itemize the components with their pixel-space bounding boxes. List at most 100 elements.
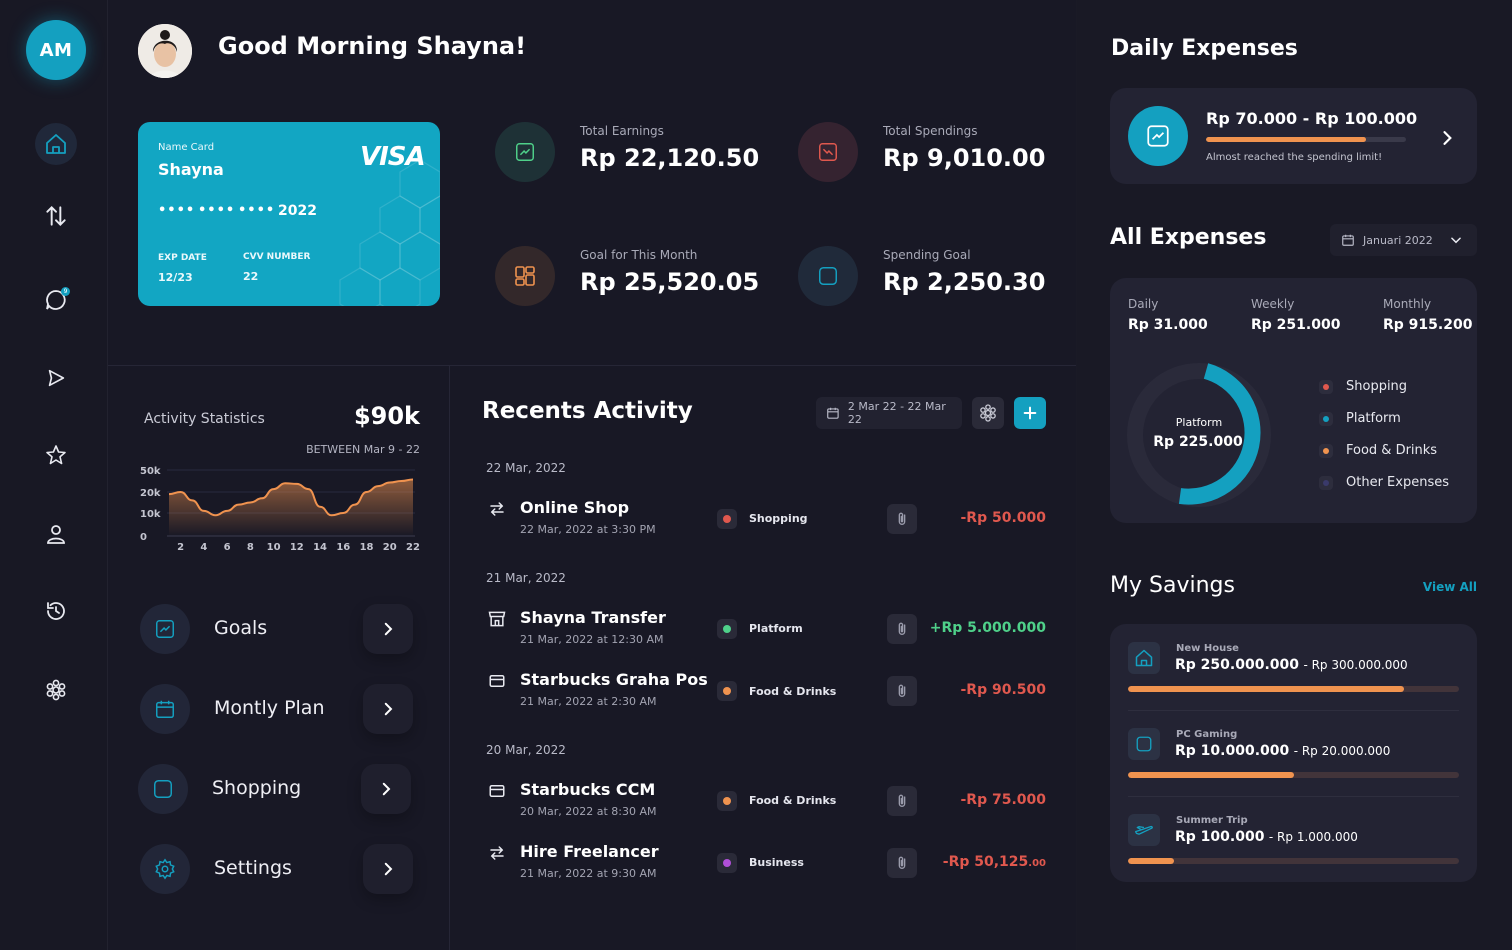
chart-x-tick: 6 <box>224 542 231 553</box>
nav-settings[interactable] <box>35 669 77 711</box>
card-name-label: Name Card <box>158 142 215 153</box>
spendings-icon-wrap <box>798 122 858 182</box>
logo-avatar[interactable]: AM <box>26 20 86 80</box>
recent-activity-title: Recents Activity <box>482 398 693 424</box>
transaction-name[interactable]: Hire Freelancer <box>520 842 659 861</box>
nav-history[interactable] <box>35 590 77 632</box>
earnings-icon-wrap <box>495 122 555 182</box>
user-avatar[interactable] <box>138 24 192 78</box>
nav-profile[interactable] <box>35 513 77 555</box>
menu-goals[interactable]: Goals <box>214 617 267 639</box>
square-icon <box>1136 736 1152 752</box>
activity-total: $90k <box>353 402 420 430</box>
visa-logo: VISA <box>360 142 426 172</box>
nav-transfer[interactable] <box>35 195 77 237</box>
chevron-right-icon <box>384 862 393 876</box>
nav-messages[interactable]: 9 <box>35 279 77 321</box>
saving-target: - Rp 1.000.000 <box>1268 830 1358 844</box>
chart-y-tick: 10k <box>140 509 161 520</box>
gear-icon <box>155 858 175 880</box>
goal-icon-wrap <box>495 246 555 306</box>
view-all-link[interactable]: View All <box>1380 580 1477 594</box>
menu-settings[interactable]: Settings <box>214 857 292 879</box>
shopping-arrow-button[interactable] <box>361 764 411 814</box>
chart-up-icon <box>156 620 174 638</box>
settings-arrow-button[interactable] <box>363 844 413 894</box>
saving-progress-track <box>1128 858 1459 864</box>
amount-main: -Rp 50,125 <box>942 854 1029 870</box>
shopping-icon-wrap <box>138 764 188 814</box>
category-dot <box>717 619 737 639</box>
spending-goal-value: Rp 2,250.30 <box>883 268 1046 296</box>
daily-range: Rp 70.000 - Rp 100.000 <box>1206 109 1418 128</box>
trend-up-icon <box>516 143 534 161</box>
chart-x-tick: 12 <box>290 542 304 553</box>
snowflake-icon <box>46 679 66 701</box>
donut-center-value: Rp 225.000 <box>1153 434 1243 450</box>
menu-monthly-plan[interactable]: Montly Plan <box>214 697 325 719</box>
date-range-text: 2 Mar 22 - 22 Mar 22 <box>847 400 946 426</box>
category-dot <box>717 681 737 701</box>
square-icon <box>819 267 837 285</box>
swap-arrows-icon <box>490 846 504 860</box>
add-button[interactable] <box>1014 397 1046 429</box>
filter-button[interactable] <box>972 397 1004 429</box>
saving-target: - Rp 20.000.000 <box>1293 744 1391 758</box>
calendar-icon <box>1342 234 1354 246</box>
daily-icon-wrap <box>1128 106 1188 166</box>
calendar-icon <box>827 407 839 419</box>
plan-icon-wrap <box>140 684 190 734</box>
chevron-right-icon <box>1443 131 1452 145</box>
chart-x-tick: 4 <box>200 542 207 553</box>
nav-home[interactable] <box>35 123 77 165</box>
card-exp-label: EXP DATE <box>158 253 207 263</box>
legend-swatch <box>1319 380 1333 394</box>
savings-icon-wrap <box>1128 642 1160 674</box>
saving-current: Rp 250.000.000 <box>1175 657 1299 673</box>
saving-progress-fill <box>1128 858 1175 864</box>
date-range-picker[interactable]: 2 Mar 22 - 22 Mar 22 <box>816 397 962 429</box>
chart-x-tick: 16 <box>336 542 350 553</box>
transaction-time: 22 Mar, 2022 at 3:30 PM <box>520 523 656 536</box>
messages-badge: 9 <box>61 287 70 296</box>
nav-send[interactable] <box>35 357 77 399</box>
group-date: 22 Mar, 2022 <box>486 461 566 475</box>
greeting-title: Good Morning Shayna! <box>218 32 527 60</box>
dashboard-grid-icon <box>515 266 535 286</box>
daily-value: Rp 31.000 <box>1128 317 1208 333</box>
goal-label: Goal for This Month <box>580 248 698 262</box>
plus-icon <box>1023 406 1037 420</box>
transaction-name[interactable]: Shayna Transfer <box>520 608 666 627</box>
menu-shopping[interactable]: Shopping <box>212 777 301 799</box>
nav-favorites[interactable] <box>35 434 77 476</box>
visa-card[interactable]: Name Card Shayna VISA •••• •••• •••• 202… <box>138 122 440 306</box>
daily-arrow-button[interactable] <box>1437 128 1457 148</box>
earnings-value: Rp 22,120.50 <box>580 144 760 172</box>
transaction-amount: -Rp 50.000 <box>960 510 1046 526</box>
transaction-name[interactable]: Online Shop <box>520 498 629 517</box>
chevron-right-icon <box>384 622 393 636</box>
chart-y-tick: 0 <box>140 532 147 543</box>
daily-label: Daily <box>1128 297 1159 311</box>
transaction-name[interactable]: Starbucks CCM <box>520 780 655 799</box>
category-dot <box>717 791 737 811</box>
home-icon <box>46 134 66 154</box>
saving-current: Rp 100.000 <box>1175 829 1265 845</box>
goals-arrow-button[interactable] <box>363 604 413 654</box>
plan-arrow-button[interactable] <box>363 684 413 734</box>
chart-y-tick: 20k <box>140 488 161 499</box>
legend-swatch <box>1319 412 1333 426</box>
saving-name: Summer Trip <box>1176 815 1248 826</box>
month-select[interactable]: Januari 2022 <box>1330 224 1477 256</box>
credit-card-icon <box>489 675 505 687</box>
calendar-icon <box>156 700 174 718</box>
chevron-right-icon <box>382 782 391 796</box>
saving-progress-fill <box>1128 772 1294 778</box>
weekly-label: Weekly <box>1251 297 1295 311</box>
settings-icon-wrap <box>140 844 190 894</box>
card-last-digits: 2022 <box>278 203 317 219</box>
transaction-name[interactable]: Starbucks Graha Pos <box>520 670 708 689</box>
amount-cents: .00 <box>1028 858 1046 869</box>
group-date: 20 Mar, 2022 <box>486 743 566 757</box>
goal-value: Rp 25,520.05 <box>580 268 760 296</box>
